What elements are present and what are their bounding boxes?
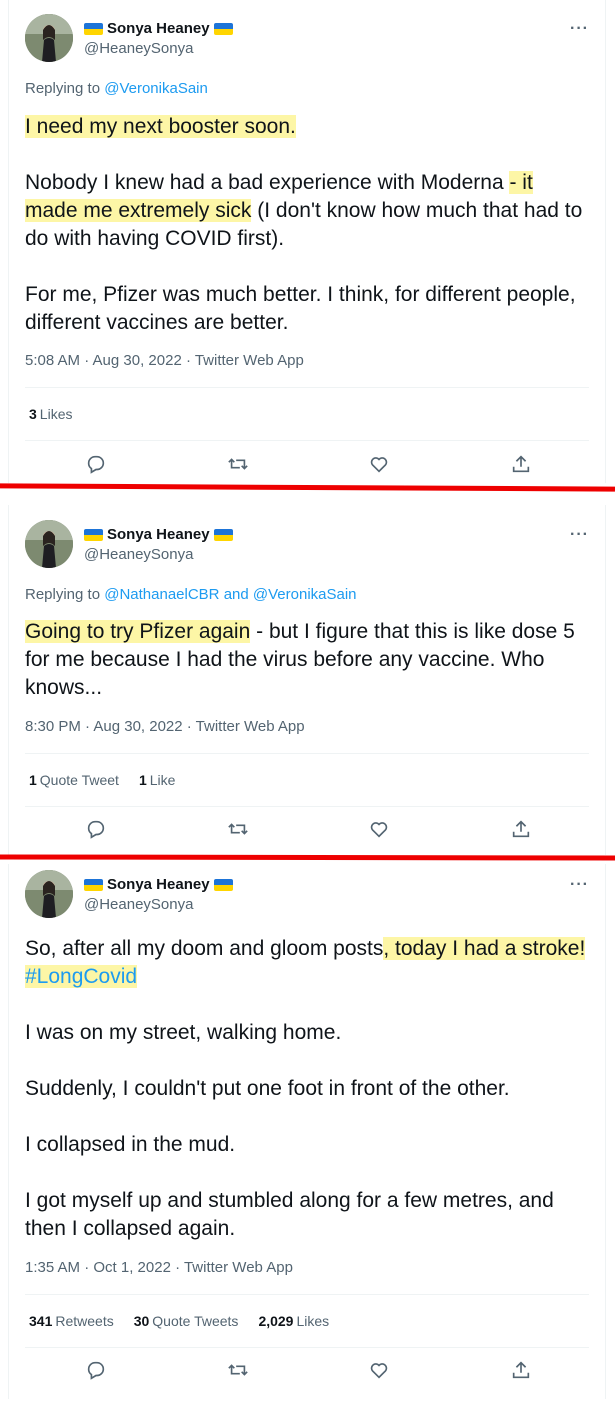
hashtag-link[interactable]: #LongCovid	[25, 965, 138, 988]
user-handle[interactable]: @HeaneySonya	[84, 896, 233, 913]
author-names: Sonya Heaney @HeaneySonya	[84, 876, 233, 913]
display-name[interactable]: Sonya Heaney	[107, 526, 210, 543]
display-name[interactable]: Sonya Heaney	[107, 20, 210, 37]
like-icon[interactable]	[368, 1359, 392, 1383]
reply-icon[interactable]	[85, 453, 109, 477]
ukraine-flag-icon	[213, 528, 233, 541]
author-names: Sonya Heaney @HeaneySonya	[84, 526, 233, 563]
avatar[interactable]	[25, 870, 73, 918]
retweets-count[interactable]: 341 Retweets	[29, 1313, 114, 1329]
reply-mention-link[interactable]: @VeronikaSain	[104, 80, 208, 97]
tweet-header: Sonya Heaney @HeaneySonya ···	[25, 14, 597, 64]
ukraine-flag-icon	[84, 878, 103, 891]
action-bar	[9, 810, 605, 850]
avatar[interactable]	[25, 14, 73, 62]
action-bar	[9, 445, 605, 485]
retweet-icon[interactable]	[227, 453, 251, 477]
divider	[25, 753, 589, 754]
avatar[interactable]	[25, 520, 73, 568]
tweet-1: Sonya Heaney @HeaneySonya ··· Replying t…	[8, 0, 606, 483]
reply-icon[interactable]	[85, 1359, 109, 1383]
tweet-stats: 341 Retweets 30 Quote Tweets 2,029 Likes	[29, 1313, 329, 1329]
tweet-3: Sonya Heaney @HeaneySonya ··· So, after …	[8, 864, 606, 1399]
author-names: Sonya Heaney @HeaneySonya	[84, 20, 233, 57]
reply-mention-link[interactable]: @VeronikaSain	[253, 586, 357, 603]
share-icon[interactable]	[510, 818, 534, 842]
tweet-text: I need my next booster soon. Nobody I kn…	[25, 115, 583, 334]
quote-tweets-count[interactable]: 1 Quote Tweet	[29, 772, 119, 788]
divider	[25, 1294, 589, 1295]
like-icon[interactable]	[368, 453, 392, 477]
action-bar	[9, 1351, 605, 1391]
divider	[25, 387, 589, 388]
tweet-stats: 3 Likes	[29, 406, 72, 422]
quote-tweets-count[interactable]: 30 Quote Tweets	[134, 1313, 239, 1329]
more-options-icon[interactable]: ···	[570, 20, 589, 38]
more-options-icon[interactable]: ···	[570, 876, 589, 894]
ukraine-flag-icon	[213, 878, 233, 891]
display-name[interactable]: Sonya Heaney	[107, 876, 210, 893]
tweet-header: Sonya Heaney @HeaneySonya ···	[25, 520, 597, 570]
retweet-icon[interactable]	[227, 1359, 251, 1383]
tweet-text: Going to try Pfizer again - but I figure…	[25, 620, 575, 699]
tweet-timestamp[interactable]: 8:30 PM · Aug 30, 2022 · Twitter Web App	[25, 718, 305, 735]
red-divider	[0, 854, 615, 861]
tweet-stats: 1 Quote Tweet 1 Like	[29, 772, 175, 788]
tweet-header: Sonya Heaney @HeaneySonya ···	[25, 870, 597, 920]
share-icon[interactable]	[510, 453, 534, 477]
share-icon[interactable]	[510, 1359, 534, 1383]
reply-mention-link[interactable]: @NathanaelCBR	[104, 586, 219, 603]
user-handle[interactable]: @HeaneySonya	[84, 546, 233, 563]
reply-icon[interactable]	[85, 818, 109, 842]
tweet-2: Sonya Heaney @HeaneySonya ··· Replying t…	[8, 505, 606, 855]
likes-count[interactable]: 2,029 Likes	[258, 1313, 329, 1329]
divider	[25, 1347, 589, 1348]
likes-count[interactable]: 1 Like	[139, 772, 175, 788]
ukraine-flag-icon	[213, 22, 233, 35]
retweet-icon[interactable]	[227, 818, 251, 842]
divider	[25, 806, 589, 807]
ukraine-flag-icon	[84, 22, 103, 35]
more-options-icon[interactable]: ···	[570, 526, 589, 544]
replying-to: Replying to @VeronikaSain	[25, 80, 208, 97]
likes-count[interactable]: 3 Likes	[29, 406, 72, 422]
ukraine-flag-icon	[84, 528, 103, 541]
tweet-timestamp[interactable]: 5:08 AM · Aug 30, 2022 · Twitter Web App	[25, 352, 304, 369]
tweet-text: So, after all my doom and gloom posts, t…	[25, 937, 586, 1240]
reply-joiner[interactable]: and	[224, 586, 249, 603]
divider	[25, 440, 589, 441]
like-icon[interactable]	[368, 818, 392, 842]
user-handle[interactable]: @HeaneySonya	[84, 40, 233, 57]
replying-to: Replying to @NathanaelCBR and @VeronikaS…	[25, 586, 357, 603]
tweet-timestamp[interactable]: 1:35 AM · Oct 1, 2022 · Twitter Web App	[25, 1259, 293, 1276]
